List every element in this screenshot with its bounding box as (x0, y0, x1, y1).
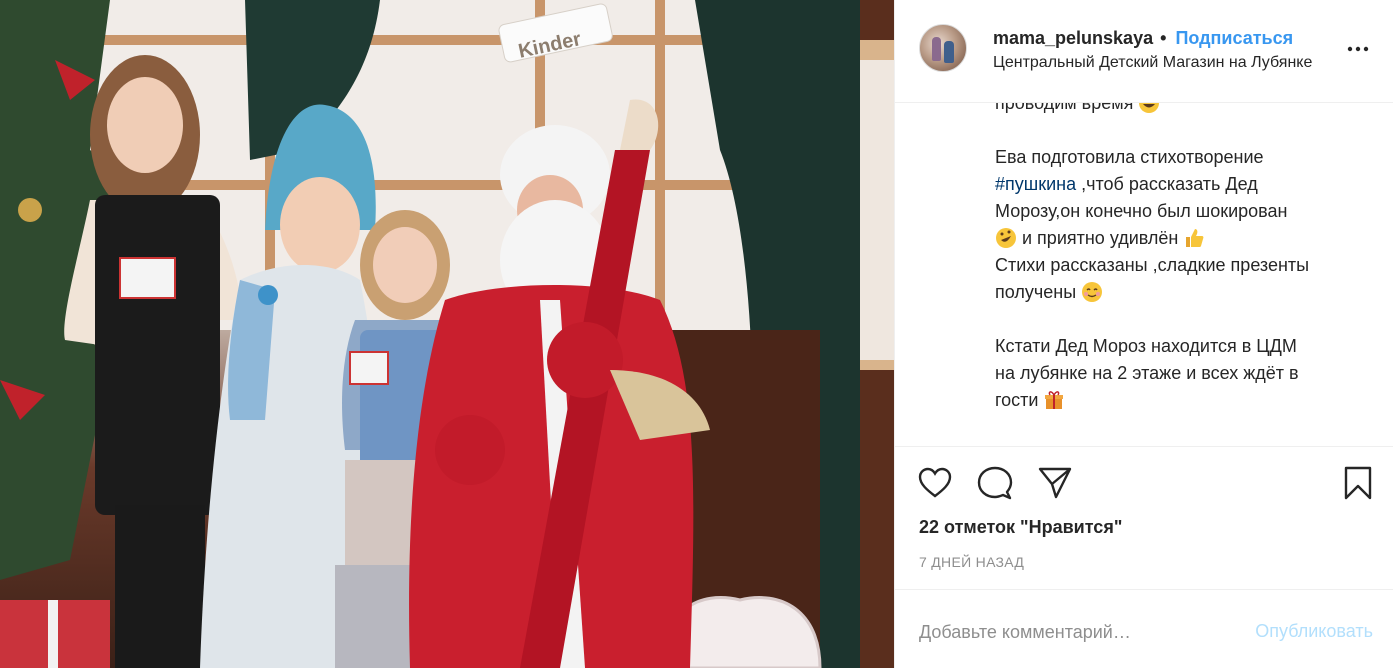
caption-text: получены (995, 282, 1082, 302)
post-header: mama_pelunskaya • Подписаться Центральны… (895, 0, 1393, 103)
share-icon[interactable] (1037, 465, 1073, 501)
caption-line: проводим время (995, 103, 1365, 117)
emoji-gift-icon (1045, 391, 1064, 409)
publish-button[interactable]: Опубликовать (1255, 621, 1373, 642)
avatar-figure (944, 41, 954, 63)
post-actions: 22 отметок "Нравится" 7 ДНЕЙ НАЗАД (895, 446, 1393, 588)
username-link[interactable]: mama_pelunskaya (993, 28, 1153, 48)
caption-line: на лубянке на 2 этаже и всех ждёт в (995, 363, 1299, 383)
post-photo[interactable]: Kinder (0, 0, 894, 668)
username-line: mama_pelunskaya • Подписаться (993, 28, 1293, 49)
likes-count[interactable]: 22 отметок "Нравится" (919, 517, 1122, 538)
post-date[interactable]: 7 ДНЕЙ НАЗАД (919, 554, 1024, 570)
photo-illustration: Kinder (0, 0, 894, 668)
caption-line: гости (995, 387, 1365, 414)
heart-icon[interactable] (917, 465, 953, 501)
caption-line: Морозу,он конечно был шокирован (995, 201, 1288, 221)
caption-text: гости (995, 390, 1044, 410)
location-link[interactable]: Центральный Детский Магазин на Лубянке (993, 54, 1312, 72)
caption-text: ,чтоб рассказать Дед (1076, 174, 1258, 194)
emoji-laughing-icon (1139, 103, 1160, 113)
avatar-figure (932, 37, 941, 61)
caption-scroll[interactable]: проводим время Ева подготовила стихотвор… (995, 103, 1365, 414)
caption-line: получены (995, 279, 1365, 306)
bookmark-icon[interactable] (1340, 465, 1376, 501)
more-options-icon[interactable] (1347, 38, 1369, 60)
caption-line: Стихи рассказаны ,сладкие презенты (995, 255, 1310, 275)
emoji-blushing-icon (1082, 282, 1103, 302)
caption-line: Кстати Дед Мороз находится в ЦДМ (995, 336, 1297, 356)
caption-line: #пушкина ,чтоб рассказать Дед (995, 171, 1365, 198)
separator-dot: • (1160, 28, 1167, 48)
post-side-panel: mama_pelunskaya • Подписаться Центральны… (894, 0, 1393, 668)
comment-input[interactable] (919, 618, 1219, 646)
post-caption: проводим время Ева подготовила стихотвор… (995, 103, 1365, 446)
caption-text: проводим время (995, 103, 1134, 113)
hashtag-link[interactable]: #пушкина (995, 174, 1076, 194)
avatar[interactable] (919, 24, 967, 72)
comment-icon[interactable] (977, 465, 1013, 501)
caption-line: Ева подготовила стихотворение (995, 147, 1264, 167)
comment-bar: Опубликовать (895, 589, 1393, 668)
follow-button[interactable]: Подписаться (1175, 28, 1293, 48)
caption-text: и приятно удивлён (1017, 228, 1184, 248)
emoji-rofl-icon (996, 228, 1016, 248)
emoji-thumbs-up-icon (1186, 229, 1204, 247)
caption-line: и приятно удивлён (995, 225, 1365, 252)
